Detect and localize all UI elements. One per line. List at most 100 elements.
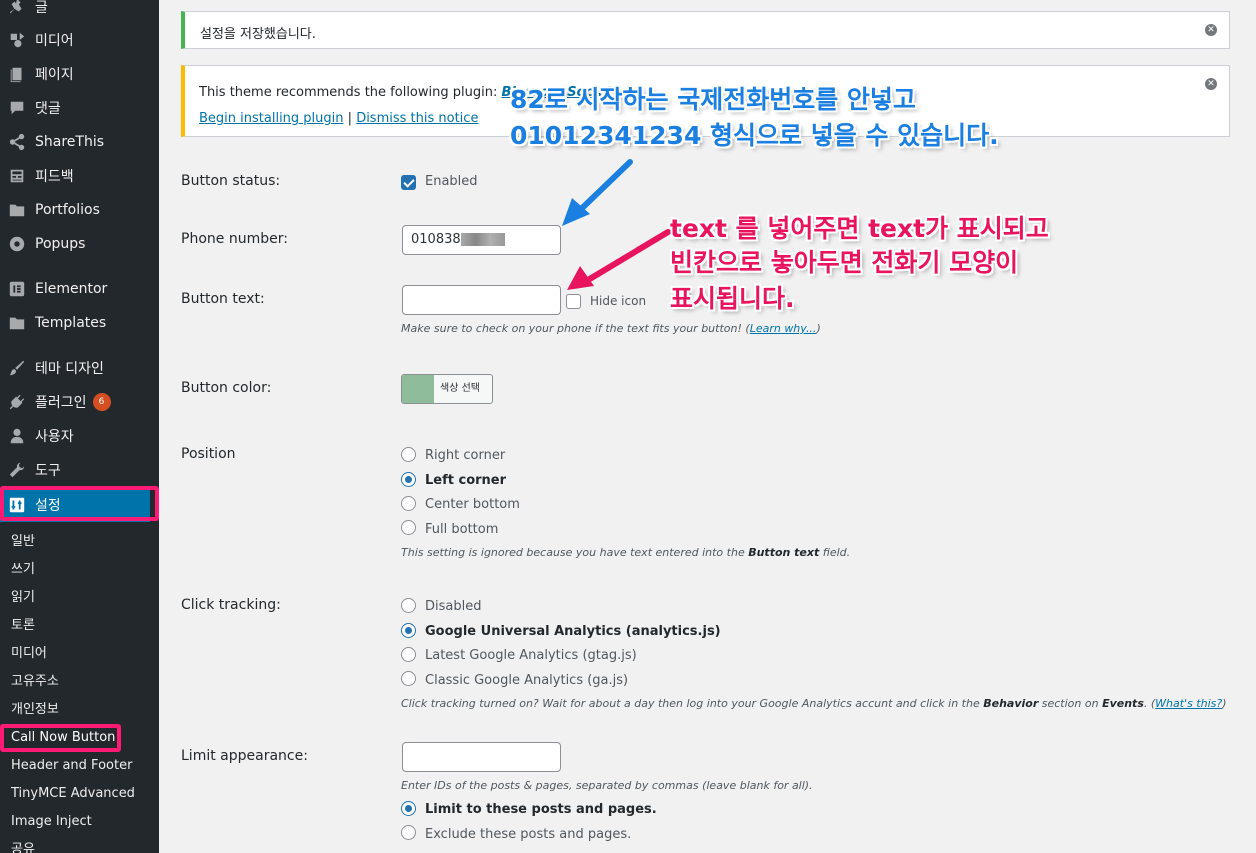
sidebar-item-users[interactable]: 사용자 <box>0 419 159 453</box>
button-text-label: Button text: <box>181 291 265 307</box>
user-icon <box>7 426 27 446</box>
whats-this-link[interactable]: What's this? <box>1155 697 1222 710</box>
begin-installing-link[interactable]: Begin installing plugin <box>199 111 344 126</box>
submenu-item-media[interactable]: 미디어 <box>11 643 47 665</box>
color-picker-button[interactable]: 색상 선택 <box>401 374 493 404</box>
limit-radio-include[interactable] <box>401 801 416 816</box>
admin-sidebar: 글 미디어 페이지 댓글 ShareThis 피드백 Portfolios Po… <box>0 0 159 853</box>
sidebar-item-label: 미디어 <box>35 33 74 49</box>
sidebar-item-sharethis[interactable]: ShareThis <box>0 125 159 159</box>
learn-why-link[interactable]: Learn why... <box>750 322 817 335</box>
color-picker-label: 색상 선택 <box>440 383 480 394</box>
limit-appearance-hint: Enter IDs of the posts & pages, separate… <box>401 779 813 792</box>
position-radio-left-corner[interactable] <box>401 472 416 487</box>
tracking-radio-gtag[interactable] <box>401 647 416 662</box>
click-tracking-label: Click tracking: <box>181 597 281 613</box>
button-text-input[interactable] <box>402 285 561 315</box>
annotation-pink-line-3: 표시됩니다. <box>670 284 795 313</box>
sidebar-item-appearance[interactable]: 테마 디자인 <box>0 351 159 385</box>
page-icon <box>7 64 27 84</box>
submenu-item-general[interactable]: 일반 <box>11 531 35 553</box>
close-circle-icon[interactable]: ✕ <box>1205 24 1217 36</box>
sidebar-item-label: 글 <box>35 0 48 16</box>
pink-arrow <box>567 229 671 290</box>
sidebar-item-label: 테마 디자인 <box>35 361 104 377</box>
sidebar-item-label: 도구 <box>35 463 61 479</box>
submenu-item-writing[interactable]: 쓰기 <box>11 559 35 581</box>
limit-appearance-label: Limit appearance: <box>181 748 308 764</box>
limit-radio-exclude[interactable] <box>401 825 416 840</box>
annotation-blue-line-1: 82로 시작하는 국제전화번호를 안넣고 <box>510 85 916 114</box>
tracking-radio-universal[interactable] <box>401 623 416 638</box>
sidebar-item-label: Popups <box>35 236 86 252</box>
tracking-radio-classic[interactable] <box>401 671 416 686</box>
submenu-item-header-footer[interactable]: Header and Footer <box>11 755 132 777</box>
submenu-item-reading[interactable]: 읽기 <box>11 587 35 609</box>
submenu-item-permalinks[interactable]: 고유주소 <box>11 671 59 693</box>
sidebar-item-label: 댓글 <box>35 101 61 117</box>
button-status-label: Button status: <box>181 173 281 189</box>
sidebar-item-tools[interactable]: 도구 <box>0 453 159 487</box>
tracking-radio-disabled[interactable] <box>401 598 416 613</box>
submenu-item-privacy[interactable]: 개인정보 <box>11 699 59 721</box>
sidebar-item-label: 피드백 <box>35 169 74 185</box>
brush-icon <box>7 358 27 378</box>
settings-highlight-box <box>0 486 159 521</box>
notice-text: 설정을 저장했습니다. <box>200 27 316 42</box>
sidebar-item-portfolios[interactable]: Portfolios <box>0 193 159 227</box>
limit-appearance-input[interactable] <box>402 742 561 772</box>
redacted-digits <box>460 233 505 246</box>
close-circle-icon[interactable]: ✕ <box>1205 78 1217 90</box>
sidebar-item-label: Portfolios <box>35 202 100 218</box>
call-now-button-highlight-box <box>0 724 121 752</box>
sidebar-item-media[interactable]: 미디어 <box>0 23 159 57</box>
tracking-option-label: Latest Google Analytics (gtag.js) <box>425 648 637 663</box>
limit-option-label: Limit to these posts and pages. <box>425 802 657 817</box>
submenu-item-tinymce[interactable]: TinyMCE Advanced <box>11 783 135 805</box>
position-radio-full-bottom[interactable] <box>401 520 416 535</box>
sidebar-item-feedback[interactable]: 피드백 <box>0 159 159 193</box>
position-option-label: Right corner <box>425 448 506 463</box>
feedback-icon <box>7 166 27 186</box>
hide-icon-checkbox[interactable] <box>566 294 581 309</box>
submenu-item-image-inject[interactable]: Image Inject <box>11 811 92 833</box>
dismiss-notice-link[interactable]: Dismiss this notice <box>356 111 478 126</box>
hide-icon-label: Hide icon <box>590 294 647 308</box>
folder-icon <box>7 313 27 333</box>
submenu-item-discussion[interactable]: 토론 <box>11 615 35 637</box>
tracking-option-label: Disabled <box>425 599 482 614</box>
enabled-label: Enabled <box>425 174 478 189</box>
position-note: This setting is ignored because you have… <box>401 546 851 559</box>
sidebar-item-label: 플러그인 <box>35 395 87 411</box>
wrench-icon <box>7 460 27 480</box>
sidebar-item-label: Elementor <box>35 281 108 297</box>
click-tracking-note: Click tracking turned on? Wait for about… <box>401 697 1227 710</box>
sidebar-item-elementor[interactable]: Elementor <box>0 272 159 306</box>
sidebar-item-posts[interactable]: 글 <box>0 0 159 24</box>
sidebar-item-templates[interactable]: Templates <box>0 306 159 340</box>
sidebar-item-comments[interactable]: 댓글 <box>0 91 159 125</box>
phone-number-label: Phone number: <box>181 231 288 247</box>
sidebar-item-label: 페이지 <box>35 67 74 83</box>
sidebar-item-pages[interactable]: 페이지 <box>0 57 159 91</box>
sidebar-item-popups[interactable]: Popups <box>0 227 159 261</box>
sidebar-item-label: ShareThis <box>35 134 105 150</box>
button-color-label: Button color: <box>181 380 272 396</box>
media-icon <box>7 30 27 50</box>
settings-saved-notice: 설정을 저장했습니다. ✕ <box>181 11 1230 49</box>
update-count-badge: 6 <box>92 393 111 411</box>
notice-actions: Begin installing plugin | Dismiss this n… <box>199 111 479 126</box>
sidebar-item-label: Templates <box>35 315 107 331</box>
comment-icon <box>7 98 27 118</box>
tracking-option-label: Google Universal Analytics (analytics.js… <box>425 624 721 639</box>
submenu-item-sharing[interactable]: 공유 <box>11 839 35 853</box>
phone-number-input[interactable]: 010838 <box>402 225 561 255</box>
sidebar-item-plugins[interactable]: 플러그인 6 <box>0 385 159 419</box>
pin-icon <box>7 0 27 17</box>
annotation-blue-line-2: 01012341234 형식으로 넣을 수 있습니다. <box>510 121 999 150</box>
button-text-hint: Make sure to check on your phone if the … <box>401 322 821 335</box>
position-radio-center-bottom[interactable] <box>401 496 416 511</box>
enabled-checkbox[interactable] <box>401 175 416 190</box>
position-radio-right-corner[interactable] <box>401 447 416 462</box>
position-label: Position <box>181 446 236 462</box>
